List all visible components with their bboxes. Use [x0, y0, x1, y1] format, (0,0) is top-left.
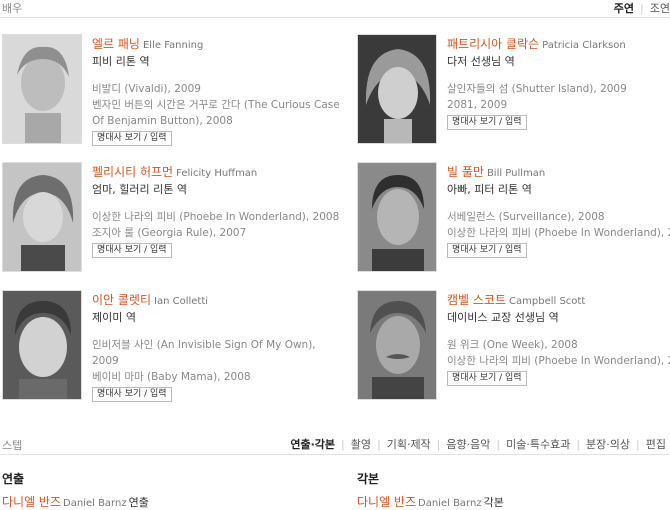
film-item[interactable]: 인비저블 사인 (An Invisible Sign Of My Own), 2… — [92, 337, 342, 369]
tab-directing-writing[interactable]: 연출·각본 — [290, 438, 335, 451]
tab-divider: | — [576, 438, 581, 451]
filmography: 이상한 나라의 피비 (Phoebe In Wonderland), 2008 … — [92, 209, 342, 241]
cast-name-link[interactable]: 펠리시티 허프먼 — [92, 165, 173, 179]
tab-lead[interactable]: 주연 — [614, 2, 634, 15]
cast-role: 제이미 역 — [92, 311, 136, 324]
crew-name-link[interactable]: 다니엘 반즈 — [357, 495, 416, 509]
cast-name-link[interactable]: 패트리시아 클락슨 — [447, 37, 539, 51]
tab-production[interactable]: 기획·제작 — [387, 438, 431, 451]
staff-tabs: 연출·각본 | 촬영 | 기획·제작 | 음향·음악 | 미술·특수효과 | 분장·의상 | 편집 — [290, 436, 666, 452]
cast-photo[interactable] — [357, 290, 437, 400]
cast-name-link[interactable]: 이안 콜렛티 — [92, 293, 151, 307]
tab-cinematography[interactable]: 촬영 — [351, 438, 371, 451]
cast-photo[interactable] — [357, 162, 437, 272]
cast-role: 피비 리톤 역 — [92, 55, 150, 68]
cast-role: 아빠, 피터 리톤 역 — [447, 183, 532, 196]
tab-divider: | — [640, 2, 644, 15]
cast-name-english: Ian Colletti — [154, 296, 209, 307]
tab-supporting[interactable]: 조연 — [650, 2, 670, 15]
crew-name-link[interactable]: 다니엘 반즈 — [2, 495, 61, 509]
staff-section-title: 스텝 — [2, 439, 23, 452]
cast-photo[interactable] — [2, 290, 82, 400]
crew-group-writing: 각본 다니엘 반즈 Daniel Barnz 각본 — [357, 470, 657, 510]
cast-photo[interactable] — [2, 162, 82, 272]
tab-art-effects[interactable]: 미술·특수효과 — [506, 438, 570, 451]
cast-section-header: 배우 주연 | 조연 — [0, 0, 670, 18]
tab-divider: | — [341, 438, 345, 451]
cast-name-link[interactable]: 캠벨 스코트 — [447, 293, 506, 307]
crew-heading: 연출 — [2, 472, 25, 486]
cast-name-link[interactable]: 엘르 패닝 — [92, 37, 140, 51]
filmography: 원 위크 (One Week), 2008 이상한 나라의 피비 (Phoebe… — [447, 337, 670, 369]
tab-editing[interactable]: 편집 — [646, 438, 666, 451]
crew-group-directing: 연출 다니엘 반즈 Daniel Barnz 연출 — [2, 470, 302, 510]
quote-button[interactable]: 명대사 보기 / 입력 — [447, 371, 527, 386]
film-item[interactable]: 이상한 나라의 피비 (Phoebe In Wonderland), 2008 — [92, 209, 342, 225]
film-item[interactable]: 비발디 (Vivaldi), 2009 — [92, 81, 342, 97]
tab-makeup-costume[interactable]: 분장·의상 — [586, 438, 630, 451]
filmography: 비발디 (Vivaldi), 2009 벤자민 버튼의 시간은 거꾸로 간다 (… — [92, 81, 342, 129]
film-item[interactable]: 이상한 나라의 피비 (Phoebe In Wonderland), 2008 — [447, 353, 670, 369]
quote-button[interactable]: 명대사 보기 / 입력 — [447, 115, 527, 130]
film-item[interactable]: 벤자민 버튼의 시간은 거꾸로 간다 (The Curious Case Of … — [92, 97, 342, 129]
filmography: 살인자들의 섬 (Shutter Island), 2009 2081, 200… — [447, 81, 670, 113]
cast-photo[interactable] — [357, 34, 437, 144]
cast-name-english: Patricia Clarkson — [542, 40, 626, 51]
cast-name-link[interactable]: 빌 풀만 — [447, 165, 484, 179]
film-item[interactable]: 살인자들의 섬 (Shutter Island), 2009 — [447, 81, 670, 97]
filmography: 서베일런스 (Surveillance), 2008 이상한 나라의 피비 (P… — [447, 209, 670, 241]
film-item[interactable]: 2081, 2009 — [447, 97, 670, 113]
crew-role: 연출 — [128, 496, 149, 509]
cast-role: 데이비스 교장 선생님 역 — [447, 311, 559, 324]
cast-tabs: 주연 | 조연 — [614, 0, 670, 16]
cast-name-english: Campbell Scott — [509, 296, 586, 307]
film-item[interactable]: 서베일런스 (Surveillance), 2008 — [447, 209, 670, 225]
staff-section-header: 스텝 연출·각본 | 촬영 | 기획·제작 | 음향·음악 | 미술·특수효과 | 분장·의상 | 편집 — [0, 433, 670, 455]
cast-card: 패트리시아 클락슨 Patricia Clarkson 다저 선생님 역 살인자들… — [357, 34, 670, 154]
tab-sound-music[interactable]: 음향·음악 — [446, 438, 490, 451]
cast-card: 이안 콜렛티 Ian Colletti 제이미 역 인비저블 사인 (An Inv… — [2, 290, 332, 410]
quote-button[interactable]: 명대사 보기 / 입력 — [92, 131, 172, 146]
cast-card: 펠리시티 허프먼 Felicity Huffman 엄마, 힐러리 리톤 역 이상… — [2, 162, 339, 282]
quote-button[interactable]: 명대사 보기 / 입력 — [447, 243, 527, 258]
cast-card: 엘르 패닝 Elle Fanning 피비 리톤 역 비발디 (Vivaldi),… — [2, 34, 340, 154]
cast-name-english: Felicity Huffman — [176, 168, 258, 179]
tab-divider: | — [376, 438, 381, 451]
cast-card: 빌 풀만 Bill Pullman 아빠, 피터 리톤 역 서베일런스 (Surv… — [357, 162, 670, 282]
crew-heading: 각본 — [357, 472, 380, 486]
cast-name-english: Elle Fanning — [142, 40, 204, 51]
cast-name-english: Bill Pullman — [486, 168, 546, 179]
quote-button[interactable]: 명대사 보기 / 입력 — [92, 243, 172, 258]
cast-role: 다저 선생님 역 — [447, 55, 515, 68]
crew-name-english: Daniel Barnz — [63, 498, 127, 509]
cast-role: 엄마, 힐러리 리톤 역 — [92, 183, 187, 196]
filmography: 인비저블 사인 (An Invisible Sign Of My Own), 2… — [92, 337, 342, 385]
cast-card: 캠벨 스코트 Campbell Scott 데이비스 교장 선생님 역 원 위크 … — [357, 290, 670, 410]
tab-divider: | — [436, 438, 441, 451]
film-item[interactable]: 조지아 룰 (Georgia Rule), 2007 — [92, 225, 342, 241]
tab-divider: | — [496, 438, 501, 451]
cast-photo[interactable] — [2, 34, 82, 144]
cast-section-title: 배우 — [2, 2, 23, 15]
film-item[interactable]: 원 위크 (One Week), 2008 — [447, 337, 670, 353]
film-item[interactable]: 이상한 나라의 피비 (Phoebe In Wonderland), 2008 — [447, 225, 670, 241]
quote-button[interactable]: 명대사 보기 / 입력 — [92, 387, 172, 402]
film-item[interactable]: 베이비 마마 (Baby Mama), 2008 — [92, 369, 342, 385]
crew-name-english: Daniel Barnz — [418, 498, 482, 509]
tab-divider: | — [636, 438, 640, 451]
crew-role: 각본 — [483, 496, 504, 509]
